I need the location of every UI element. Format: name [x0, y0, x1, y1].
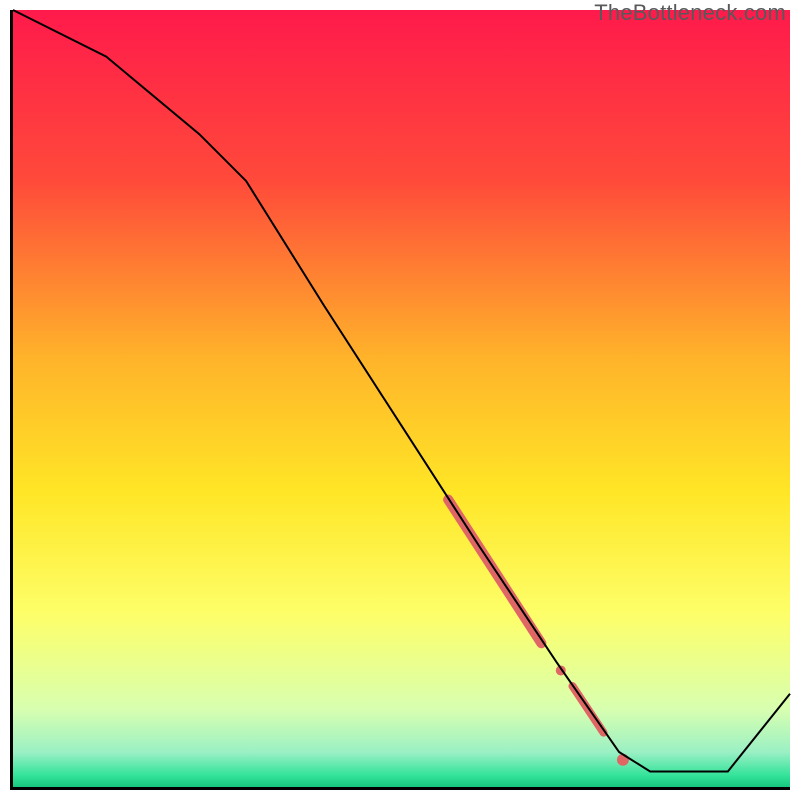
chart-container: TheBottleneck.com	[0, 0, 800, 800]
watermark-text: TheBottleneck.com	[594, 0, 786, 26]
main-curve	[13, 10, 790, 771]
line-layer	[13, 10, 790, 787]
plot-area	[10, 10, 790, 790]
